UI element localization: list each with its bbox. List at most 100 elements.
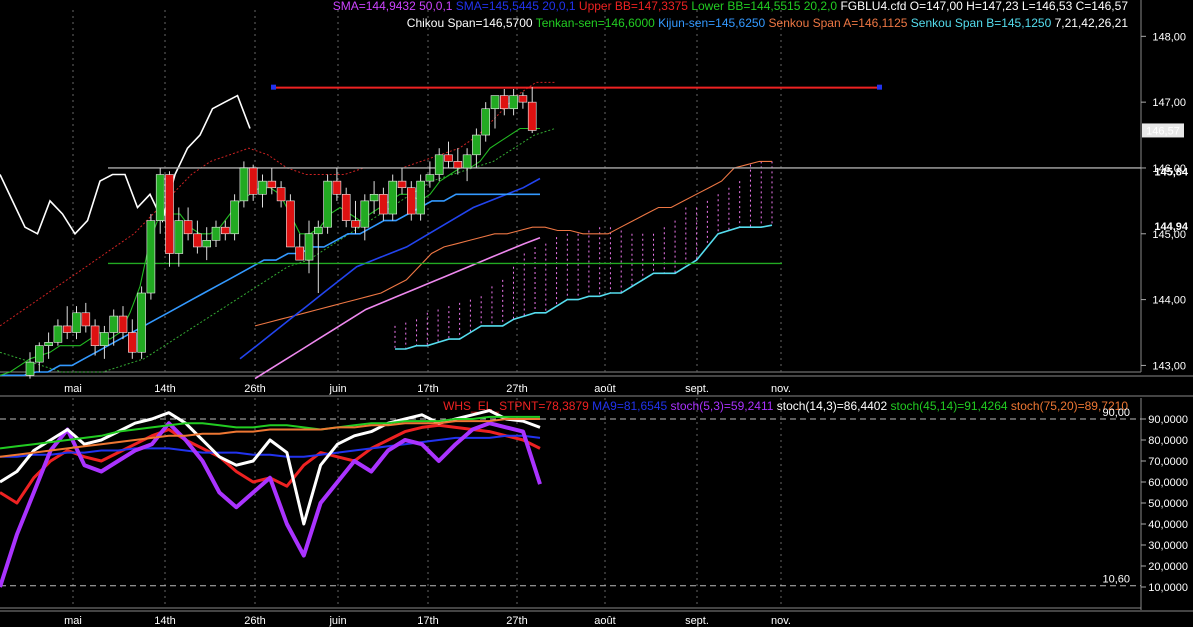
stoch-tick-label: 80,0000 (1148, 435, 1188, 447)
candle-body (258, 180, 267, 195)
candle-body (509, 95, 518, 110)
header-legend-line2-item: Senkou Span B=145,1250 (907, 16, 1051, 30)
x-tick-label-bottom: 26th (244, 615, 265, 627)
price-tick-label: 143,00 (1152, 360, 1186, 372)
header-legend-line1-item: Lower BB=144,5515 20,2,0 (688, 0, 837, 13)
x-tick-label-top: 14th (154, 383, 175, 395)
chart-canvas: 143,00144,00145,00146,00147,00148,00mai 1… (0, 0, 1193, 627)
stoch-legend-item: MA9=81,6545 (589, 399, 668, 413)
candle-body (304, 233, 314, 261)
candle-body (406, 187, 416, 215)
stoch-legend-item: stoch(14,3)=86,4402 (773, 399, 887, 413)
candle-body (472, 134, 481, 156)
last-price-label: 146,57 (1146, 125, 1180, 137)
resistance-handle-left (271, 84, 276, 90)
candle-body (341, 193, 351, 221)
resistance-handle-right (877, 84, 882, 90)
senkou-span-a-line (254, 160, 772, 327)
candle-body (34, 345, 44, 363)
x-tick-label-bottom: 27th (506, 615, 527, 627)
candle-body (72, 312, 81, 333)
price-tick-label: 148,00 (1152, 31, 1186, 43)
stoch-series-2 (0, 421, 542, 588)
x-tick-label-top: 26th (244, 383, 265, 395)
x-tick-label-bottom: 14th (154, 615, 175, 627)
candle-body (416, 180, 425, 215)
stoch-level-label: 90,00 (1102, 407, 1130, 419)
x-tick-label-top: nov. (771, 383, 791, 395)
price-tick-label: 147,00 (1152, 97, 1186, 109)
header-legend-line2-item: Chikou Span=146,5700 (407, 16, 533, 30)
candle-body (379, 193, 388, 215)
header-legend-line1: SMA=144,9432 50,0,1 SMA=145,5445 20,0,1 … (333, 0, 1129, 13)
candle-body (518, 95, 528, 103)
candle-body (90, 325, 100, 346)
header-legend-line2-item: 7,21,42,26,21 (1051, 16, 1128, 30)
candle-body (490, 95, 500, 110)
candle-body (267, 180, 277, 189)
candle-body (276, 187, 286, 202)
candle-body (313, 226, 323, 235)
candle-body (295, 246, 305, 261)
candle-body (434, 154, 444, 175)
candle-body (100, 332, 109, 346)
candle-body (323, 180, 332, 228)
candle-body (527, 101, 537, 131)
senkou-span-b-line (395, 224, 773, 350)
candle-body (221, 226, 230, 235)
x-tick-label-bottom: juin (328, 615, 346, 627)
candle-body (62, 325, 72, 333)
stoch-tick-label: 10,0000 (1148, 582, 1188, 594)
sma20-axis-label: 145,84 (1154, 166, 1189, 178)
stoch-legend-item: stoch(45,14)=91,4264 (887, 399, 1008, 413)
header-legend-line2-item: Tenkan-sen=146,6000 (533, 16, 656, 30)
candle-body (146, 220, 156, 294)
stoch-level-label: 10,60 (1102, 574, 1130, 586)
lower-bb-line (0, 128, 556, 373)
x-tick-label-top: sept. (685, 383, 709, 395)
header-legend-line1-item: FGBLU4.cfd O=147,00 H=147,23 L=146,53 C=… (837, 0, 1128, 13)
candle-body (425, 174, 435, 182)
stoch-tick-label: 70,0000 (1148, 456, 1188, 468)
x-tick-label-bottom: 17th (417, 615, 438, 627)
x-tick-label-bottom: août (594, 615, 615, 627)
stoch-tick-label: 20,0000 (1148, 561, 1188, 573)
x-tick-label-top: 27th (506, 383, 527, 395)
candle-body (453, 161, 463, 169)
candle-body (202, 240, 211, 248)
kijun-sen-line (0, 193, 540, 377)
header-legend-line2: Chikou Span=146,5700 Tenkan-sen=146,6000… (407, 16, 1129, 30)
candle-body (444, 154, 453, 162)
candle-body (165, 174, 174, 254)
candle-body (193, 233, 202, 248)
candle-body (499, 95, 509, 110)
candle-body (155, 174, 165, 221)
header-legend-line2-item: Kijun-sen=145,6250 (655, 16, 766, 30)
header-legend-line1-item: Upper BB=147,3375 (576, 0, 689, 13)
candle-body (118, 315, 128, 333)
candle-body (397, 180, 407, 189)
candle-body (53, 325, 63, 343)
x-tick-label-bottom: nov. (771, 615, 791, 627)
x-tick-label-top: 17th (417, 383, 438, 395)
candle-body (351, 220, 360, 228)
stoch-tick-label: 30,0000 (1148, 540, 1188, 552)
stoch-tick-label: 40,0000 (1148, 519, 1188, 531)
x-tick-label-bottom: sept. (685, 615, 709, 627)
candle-body (25, 361, 35, 376)
candle-body (174, 220, 184, 254)
candle-body (211, 226, 221, 241)
candle-body (481, 108, 491, 136)
x-tick-label-top: août (594, 383, 615, 395)
candle-body (183, 220, 193, 235)
candle-body (128, 332, 137, 353)
x-tick-label-bottom: mai (64, 615, 82, 627)
candle-body (137, 292, 146, 353)
candle-body (360, 200, 370, 228)
candle-body (109, 315, 118, 333)
x-tick-label-top: juin (328, 383, 346, 395)
header-legend-line1-item: SMA=144,9432 50,0,1 (333, 0, 453, 13)
candle-body (388, 180, 398, 215)
stoch-tick-label: 60,0000 (1148, 477, 1188, 489)
chikou-span-line (0, 94, 251, 236)
